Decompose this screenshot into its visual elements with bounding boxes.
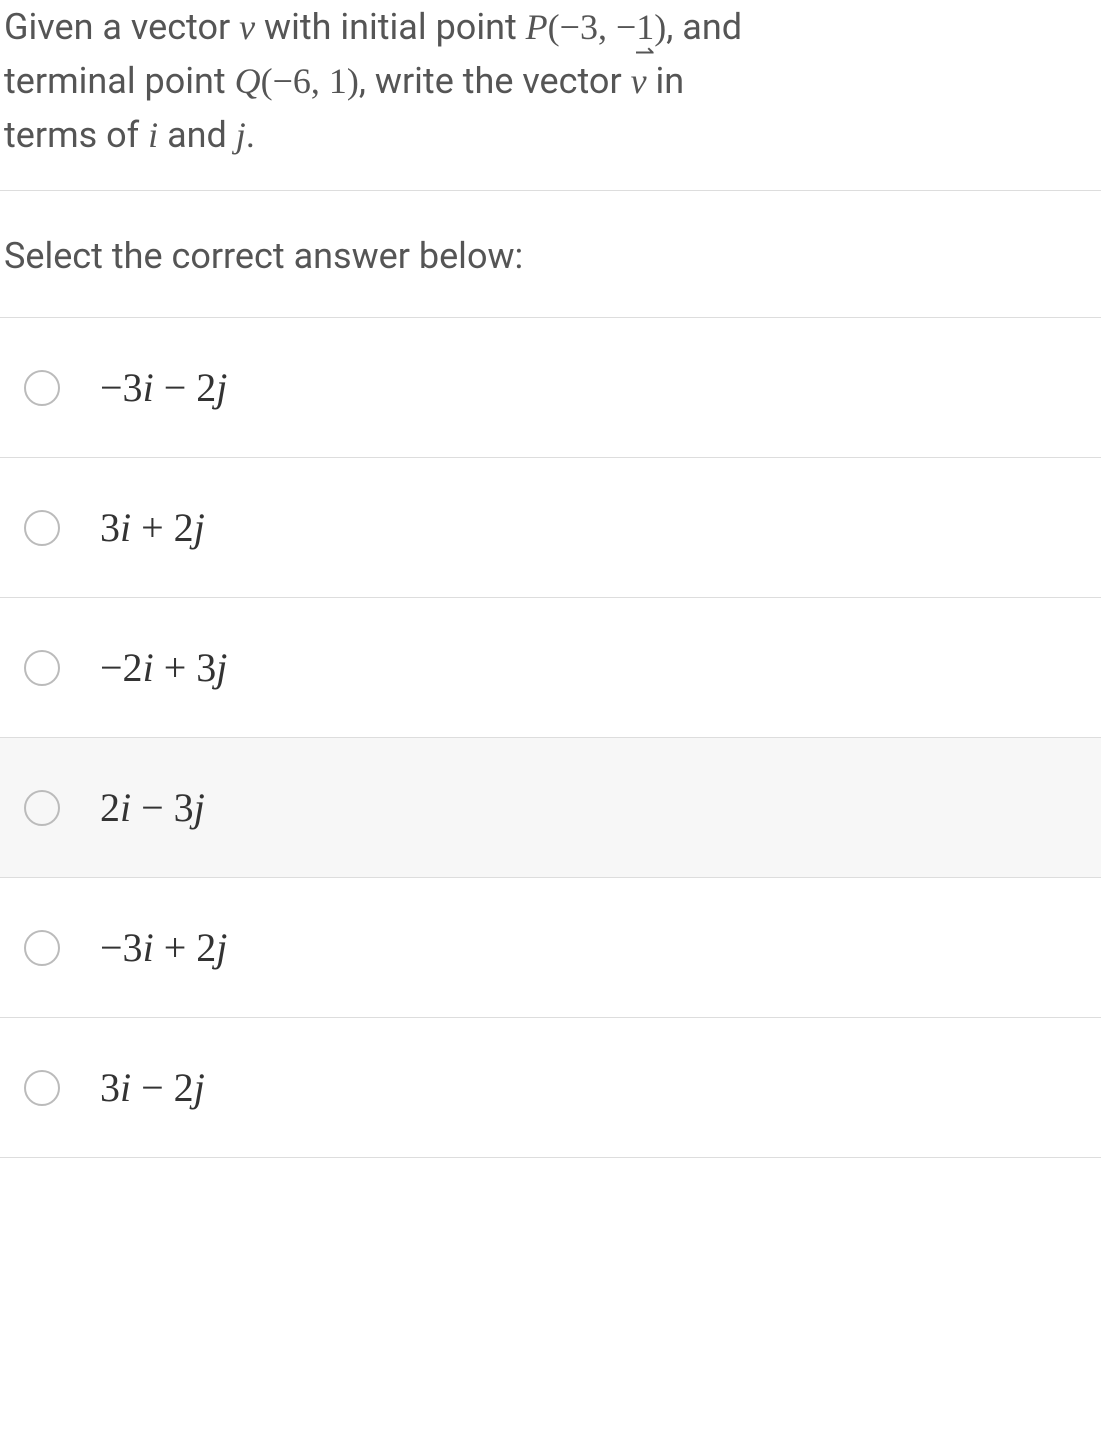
option-row[interactable]: 3i − 2j bbox=[0, 1018, 1101, 1158]
option-label: 2i − 3j bbox=[100, 784, 205, 831]
option-row[interactable]: −3i + 2j bbox=[0, 878, 1101, 1018]
radio-icon[interactable] bbox=[24, 930, 60, 966]
option-row[interactable]: −3i − 2j bbox=[0, 318, 1101, 458]
options-list: −3i − 2j 3i + 2j −2i + 3j 2i − 3j −3i + 2j 3i… bbox=[0, 318, 1101, 1158]
radio-icon[interactable] bbox=[24, 370, 60, 406]
option-row[interactable]: 3i + 2j bbox=[0, 458, 1101, 598]
question-text: Given a vector v⇀ with initial point P (−… bbox=[0, 0, 1101, 162]
text-segment: and bbox=[158, 114, 236, 156]
radio-icon[interactable] bbox=[24, 650, 60, 686]
prompt-text: Select the correct answer below: bbox=[0, 191, 1101, 318]
question-block: Given a vector v⇀ with initial point P (−… bbox=[0, 0, 1101, 191]
text-segment: , write the vector bbox=[359, 60, 631, 102]
option-label: −3i + 2j bbox=[100, 924, 227, 971]
radio-icon[interactable] bbox=[24, 790, 60, 826]
option-label: −3i − 2j bbox=[100, 364, 227, 411]
text-segment: in bbox=[656, 60, 685, 102]
point-P: P bbox=[526, 7, 548, 47]
option-label: −2i + 3j bbox=[100, 644, 227, 691]
radio-icon[interactable] bbox=[24, 1070, 60, 1106]
text-segment: terms of bbox=[4, 114, 148, 156]
Q-coords: (−6, 1) bbox=[261, 61, 359, 101]
text-segment: Given a vector bbox=[4, 6, 239, 48]
vector-v: v⇀ bbox=[239, 7, 255, 47]
text-segment: . bbox=[246, 114, 256, 156]
text-segment: , and bbox=[666, 6, 742, 48]
text-segment: terminal point bbox=[4, 60, 235, 102]
vector-v: v⇀ bbox=[631, 61, 647, 101]
option-label: 3i − 2j bbox=[100, 1064, 205, 1111]
option-label: 3i + 2j bbox=[100, 504, 205, 551]
unit-j: j bbox=[236, 115, 246, 155]
point-Q: Q bbox=[235, 61, 261, 101]
radio-icon[interactable] bbox=[24, 510, 60, 546]
unit-i: i bbox=[148, 115, 158, 155]
option-row[interactable]: −2i + 3j bbox=[0, 598, 1101, 738]
option-row[interactable]: 2i − 3j bbox=[0, 738, 1101, 878]
text-segment: with initial point bbox=[264, 6, 526, 48]
